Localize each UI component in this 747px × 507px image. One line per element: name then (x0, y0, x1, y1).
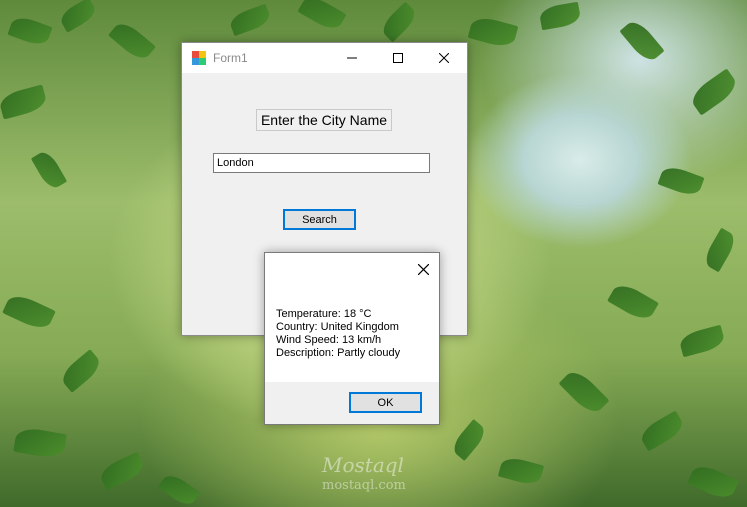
foliage-leaf (637, 410, 687, 452)
message-text: Temperature: 18 °C Country: United Kingd… (276, 308, 400, 360)
city-name-input[interactable] (213, 153, 430, 173)
foliage-leaf (297, 0, 347, 34)
foliage-leaf (701, 227, 739, 273)
message-box-close-button[interactable] (413, 259, 433, 279)
foliage-leaf (108, 18, 156, 64)
city-name-label: Enter the City Name (256, 109, 392, 131)
close-icon (439, 53, 449, 63)
minimize-icon (347, 57, 357, 59)
foliage-leaf (449, 419, 489, 461)
description-line: Description: Partly cloudy (276, 347, 401, 359)
foliage-leaf (538, 1, 582, 31)
foliage-leaf (157, 470, 201, 507)
foliage-leaf (57, 0, 99, 33)
temperature-line: Temperature: 18 °C (276, 308, 372, 320)
foliage-leaf (30, 148, 68, 192)
weather-message-box: Temperature: 18 °C Country: United Kingd… (264, 252, 440, 425)
winforms-app-icon (191, 50, 207, 66)
foliage-leaf (57, 349, 105, 393)
foliage-leaf (607, 280, 659, 324)
foliage-leaf (558, 366, 610, 418)
window-title: Form1 (213, 51, 248, 65)
foliage-leaf (677, 324, 727, 358)
foliage-leaf (687, 461, 739, 503)
title-bar[interactable]: Form1 (182, 43, 467, 73)
foliage-leaf (0, 84, 49, 120)
watermark-script: Mostaql (322, 453, 404, 477)
watermark-sub: mostaql.com (322, 478, 406, 493)
foliage-leaf (497, 454, 545, 488)
maximize-icon (393, 53, 403, 63)
foliage-leaf (97, 451, 147, 491)
foliage-leaf (378, 1, 420, 43)
watermark: Mostaql mostaql.com (322, 455, 406, 492)
search-button[interactable]: Search (283, 209, 356, 230)
maximize-button[interactable] (375, 43, 421, 73)
foliage-leaf (467, 14, 519, 50)
foliage-leaf (657, 163, 705, 199)
minimize-button[interactable] (329, 43, 375, 73)
foliage-leaf (619, 17, 665, 65)
country-line: Country: United Kingdom (276, 321, 399, 333)
foliage-leaf (7, 13, 53, 49)
foliage-leaf (687, 68, 741, 116)
close-button[interactable] (421, 43, 467, 73)
close-icon (417, 263, 429, 275)
foliage-leaf (2, 290, 56, 334)
foliage-leaf (13, 425, 67, 461)
message-box-footer: OK (265, 382, 439, 424)
ok-button[interactable]: OK (349, 392, 422, 413)
wind-speed-line: Wind Speed: 13 km/h (276, 334, 382, 346)
foliage-leaf (227, 3, 273, 37)
